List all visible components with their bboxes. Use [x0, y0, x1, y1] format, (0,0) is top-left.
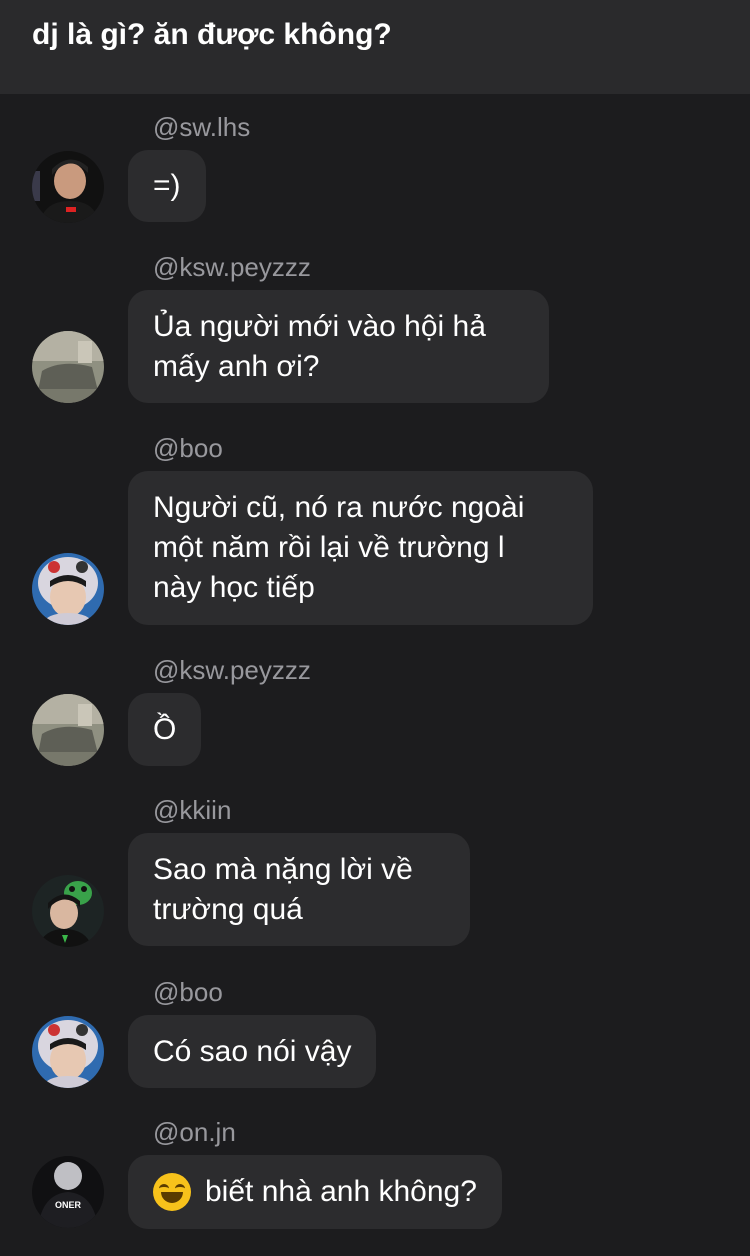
- message-username[interactable]: @boo: [153, 433, 223, 464]
- message-item: @boo Người cũ, nó ra nước ngoài một năm …: [0, 429, 750, 625]
- message-feed[interactable]: @sw.lhs =) @ksw.peyzzz Ủa người mới vào …: [0, 94, 750, 1256]
- avatar-lhs-icon[interactable]: [32, 151, 104, 223]
- grinning-squinting-face-icon: [153, 1173, 191, 1211]
- message-bubble[interactable]: =): [128, 150, 206, 222]
- message-username[interactable]: @ksw.peyzzz: [153, 252, 311, 283]
- message-bubble[interactable]: Ồ: [128, 693, 202, 766]
- avatar-boo-icon[interactable]: [32, 553, 104, 625]
- message-username[interactable]: @boo: [153, 977, 223, 1008]
- message-bubble[interactable]: biết nhà anh không?: [128, 1155, 502, 1229]
- chat-header: dj là gì? ăn được không?: [0, 0, 750, 94]
- message-username[interactable]: @kkiin: [153, 795, 231, 826]
- message-bubble[interactable]: Sao mà nặng lời về trường quá: [128, 833, 470, 946]
- chat-title: dj là gì? ăn được không?: [32, 18, 392, 51]
- message-username[interactable]: @on.jn: [153, 1117, 236, 1148]
- message-username[interactable]: @sw.lhs: [153, 112, 250, 143]
- avatar-jersey-label: ONER: [55, 1200, 82, 1210]
- message-item: @ksw.peyzzz Ồ: [0, 651, 750, 766]
- message-text: biết nhà anh không?: [205, 1175, 477, 1208]
- avatar-boo-icon[interactable]: [32, 1016, 104, 1088]
- message-bubble[interactable]: Ủa người mới vào hội hả mấy anh ơi?: [128, 290, 549, 403]
- message-item: @ksw.peyzzz Ủa người mới vào hội hả mấy …: [0, 248, 750, 403]
- avatar-onjn-icon[interactable]: ONER: [32, 1156, 104, 1228]
- avatar-peyzzz-icon[interactable]: [32, 694, 104, 766]
- message-item: @kkiin Sao mà nặng lời về trường quá: [0, 791, 750, 947]
- avatar-peyzzz-icon[interactable]: [32, 331, 104, 403]
- message-username[interactable]: @ksw.peyzzz: [153, 655, 311, 686]
- message-bubble[interactable]: Có sao nói vậy: [128, 1015, 377, 1088]
- message-item: @sw.lhs =): [0, 108, 750, 223]
- message-bubble[interactable]: Người cũ, nó ra nước ngoài một năm rồi l…: [128, 471, 593, 625]
- message-item: @on.jn ONER biết nhà anh không?: [0, 1113, 750, 1229]
- message-item: @boo Có sao nói vậy: [0, 973, 750, 1088]
- avatar-kkiin-icon[interactable]: [32, 875, 104, 947]
